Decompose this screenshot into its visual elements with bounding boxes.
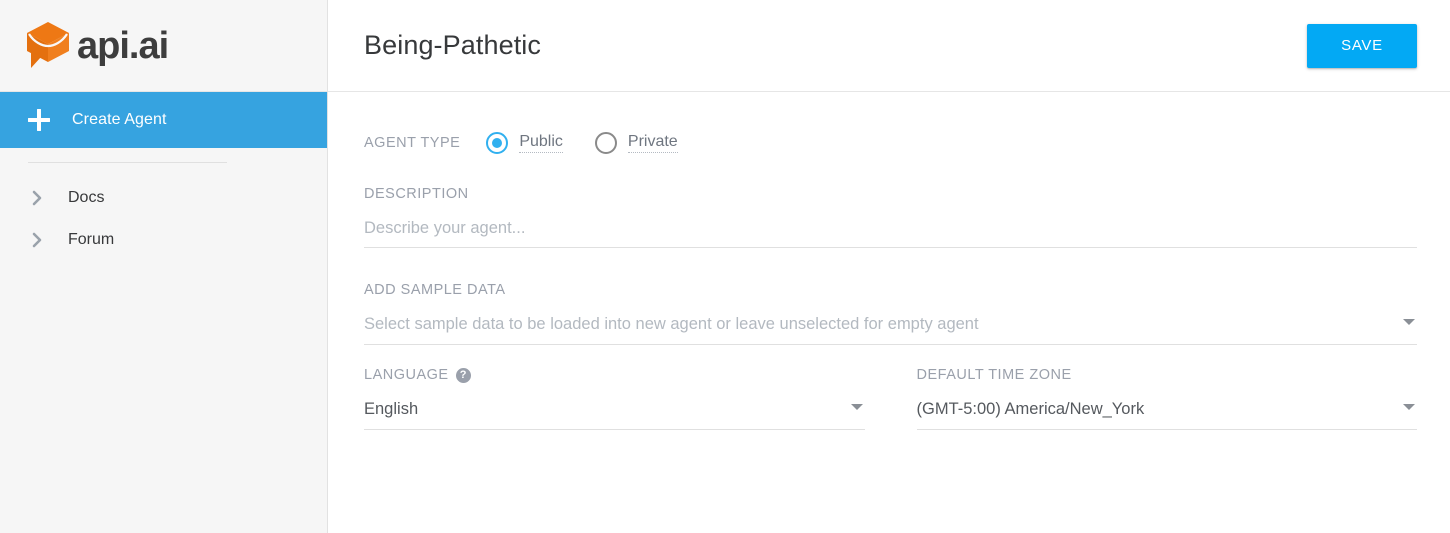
sample-data-select-value: Select sample data to be loaded into new… (364, 315, 979, 333)
radio-button-private[interactable] (594, 132, 617, 154)
sidebar-item-label-forum: Forum (68, 231, 115, 248)
description-label: DESCRIPTION (364, 186, 469, 202)
page-header: Being-Pathetic SAVE (328, 0, 1450, 92)
language-select[interactable]: English (364, 399, 865, 430)
sidebar-empty-space (0, 261, 327, 533)
radio-button-public[interactable] (486, 132, 509, 154)
agent-type-radio-group: Public Private (486, 132, 709, 154)
timezone-select[interactable]: (GMT-5:00) America/New_York (916, 399, 1417, 430)
chevron-right-icon (28, 189, 46, 207)
sample-data-select[interactable]: Select sample data to be loaded into new… (364, 314, 1417, 345)
language-timezone-row: LANGUAGE ? English DEFAULT TIME ZONE (GM… (364, 367, 1417, 430)
language-select-value: English (364, 400, 419, 418)
sidebar-item-label-create-agent: Create Agent (72, 111, 167, 128)
radio-label-public: Public (519, 133, 563, 154)
api-ai-cube-logo-icon (25, 20, 73, 72)
timezone-label: DEFAULT TIME ZONE (916, 367, 1072, 383)
timezone-select-value: (GMT-5:00) America/New_York (916, 400, 1145, 418)
app-logo[interactable]: api.ai (25, 20, 169, 72)
language-label: LANGUAGE (364, 367, 449, 383)
app-root: api.ai Create Agent Docs Forum Being-Pat… (0, 0, 1450, 533)
save-button[interactable]: SAVE (1307, 23, 1417, 68)
radio-label-private: Private (627, 133, 678, 154)
chevron-down-icon[interactable] (1403, 404, 1415, 410)
sidebar-item-forum[interactable]: Forum (0, 219, 327, 261)
agent-type-field: AGENT TYPE Public Private (364, 128, 1417, 158)
radio-option-private[interactable]: Private (594, 132, 678, 154)
sample-data-label: ADD SAMPLE DATA (364, 282, 506, 298)
sidebar: api.ai Create Agent Docs Forum (0, 0, 328, 533)
radio-option-public[interactable]: Public (486, 132, 563, 154)
sidebar-item-create-agent[interactable]: Create Agent (0, 92, 327, 148)
sidebar-item-docs[interactable]: Docs (0, 177, 327, 219)
agent-settings-form: AGENT TYPE Public Private DESCRIPTION De… (328, 92, 1450, 533)
app-logo-text: api.ai (77, 24, 169, 67)
agent-type-label: AGENT TYPE (364, 135, 461, 151)
main-content: Being-Pathetic SAVE AGENT TYPE Public Pr… (328, 0, 1450, 533)
chevron-down-icon[interactable] (1403, 319, 1415, 325)
timezone-field: DEFAULT TIME ZONE (GMT-5:00) America/New… (916, 367, 1418, 430)
description-field: DESCRIPTION (364, 186, 1417, 248)
plus-icon (28, 109, 50, 131)
sidebar-divider (28, 162, 227, 163)
chevron-down-icon[interactable] (850, 404, 863, 410)
language-label-row: LANGUAGE ? (364, 367, 865, 383)
sidebar-item-label-docs: Docs (68, 189, 105, 206)
chevron-right-icon (28, 231, 46, 249)
language-field: LANGUAGE ? English (364, 367, 865, 430)
help-circle-icon[interactable]: ? (455, 367, 471, 383)
sidebar-logo-area: api.ai (0, 0, 327, 92)
timezone-label-row: DEFAULT TIME ZONE (917, 367, 1418, 383)
sample-data-field: ADD SAMPLE DATA Select sample data to be… (364, 282, 1417, 345)
description-input[interactable] (364, 218, 1417, 248)
page-title: Being-Pathetic (364, 30, 542, 60)
